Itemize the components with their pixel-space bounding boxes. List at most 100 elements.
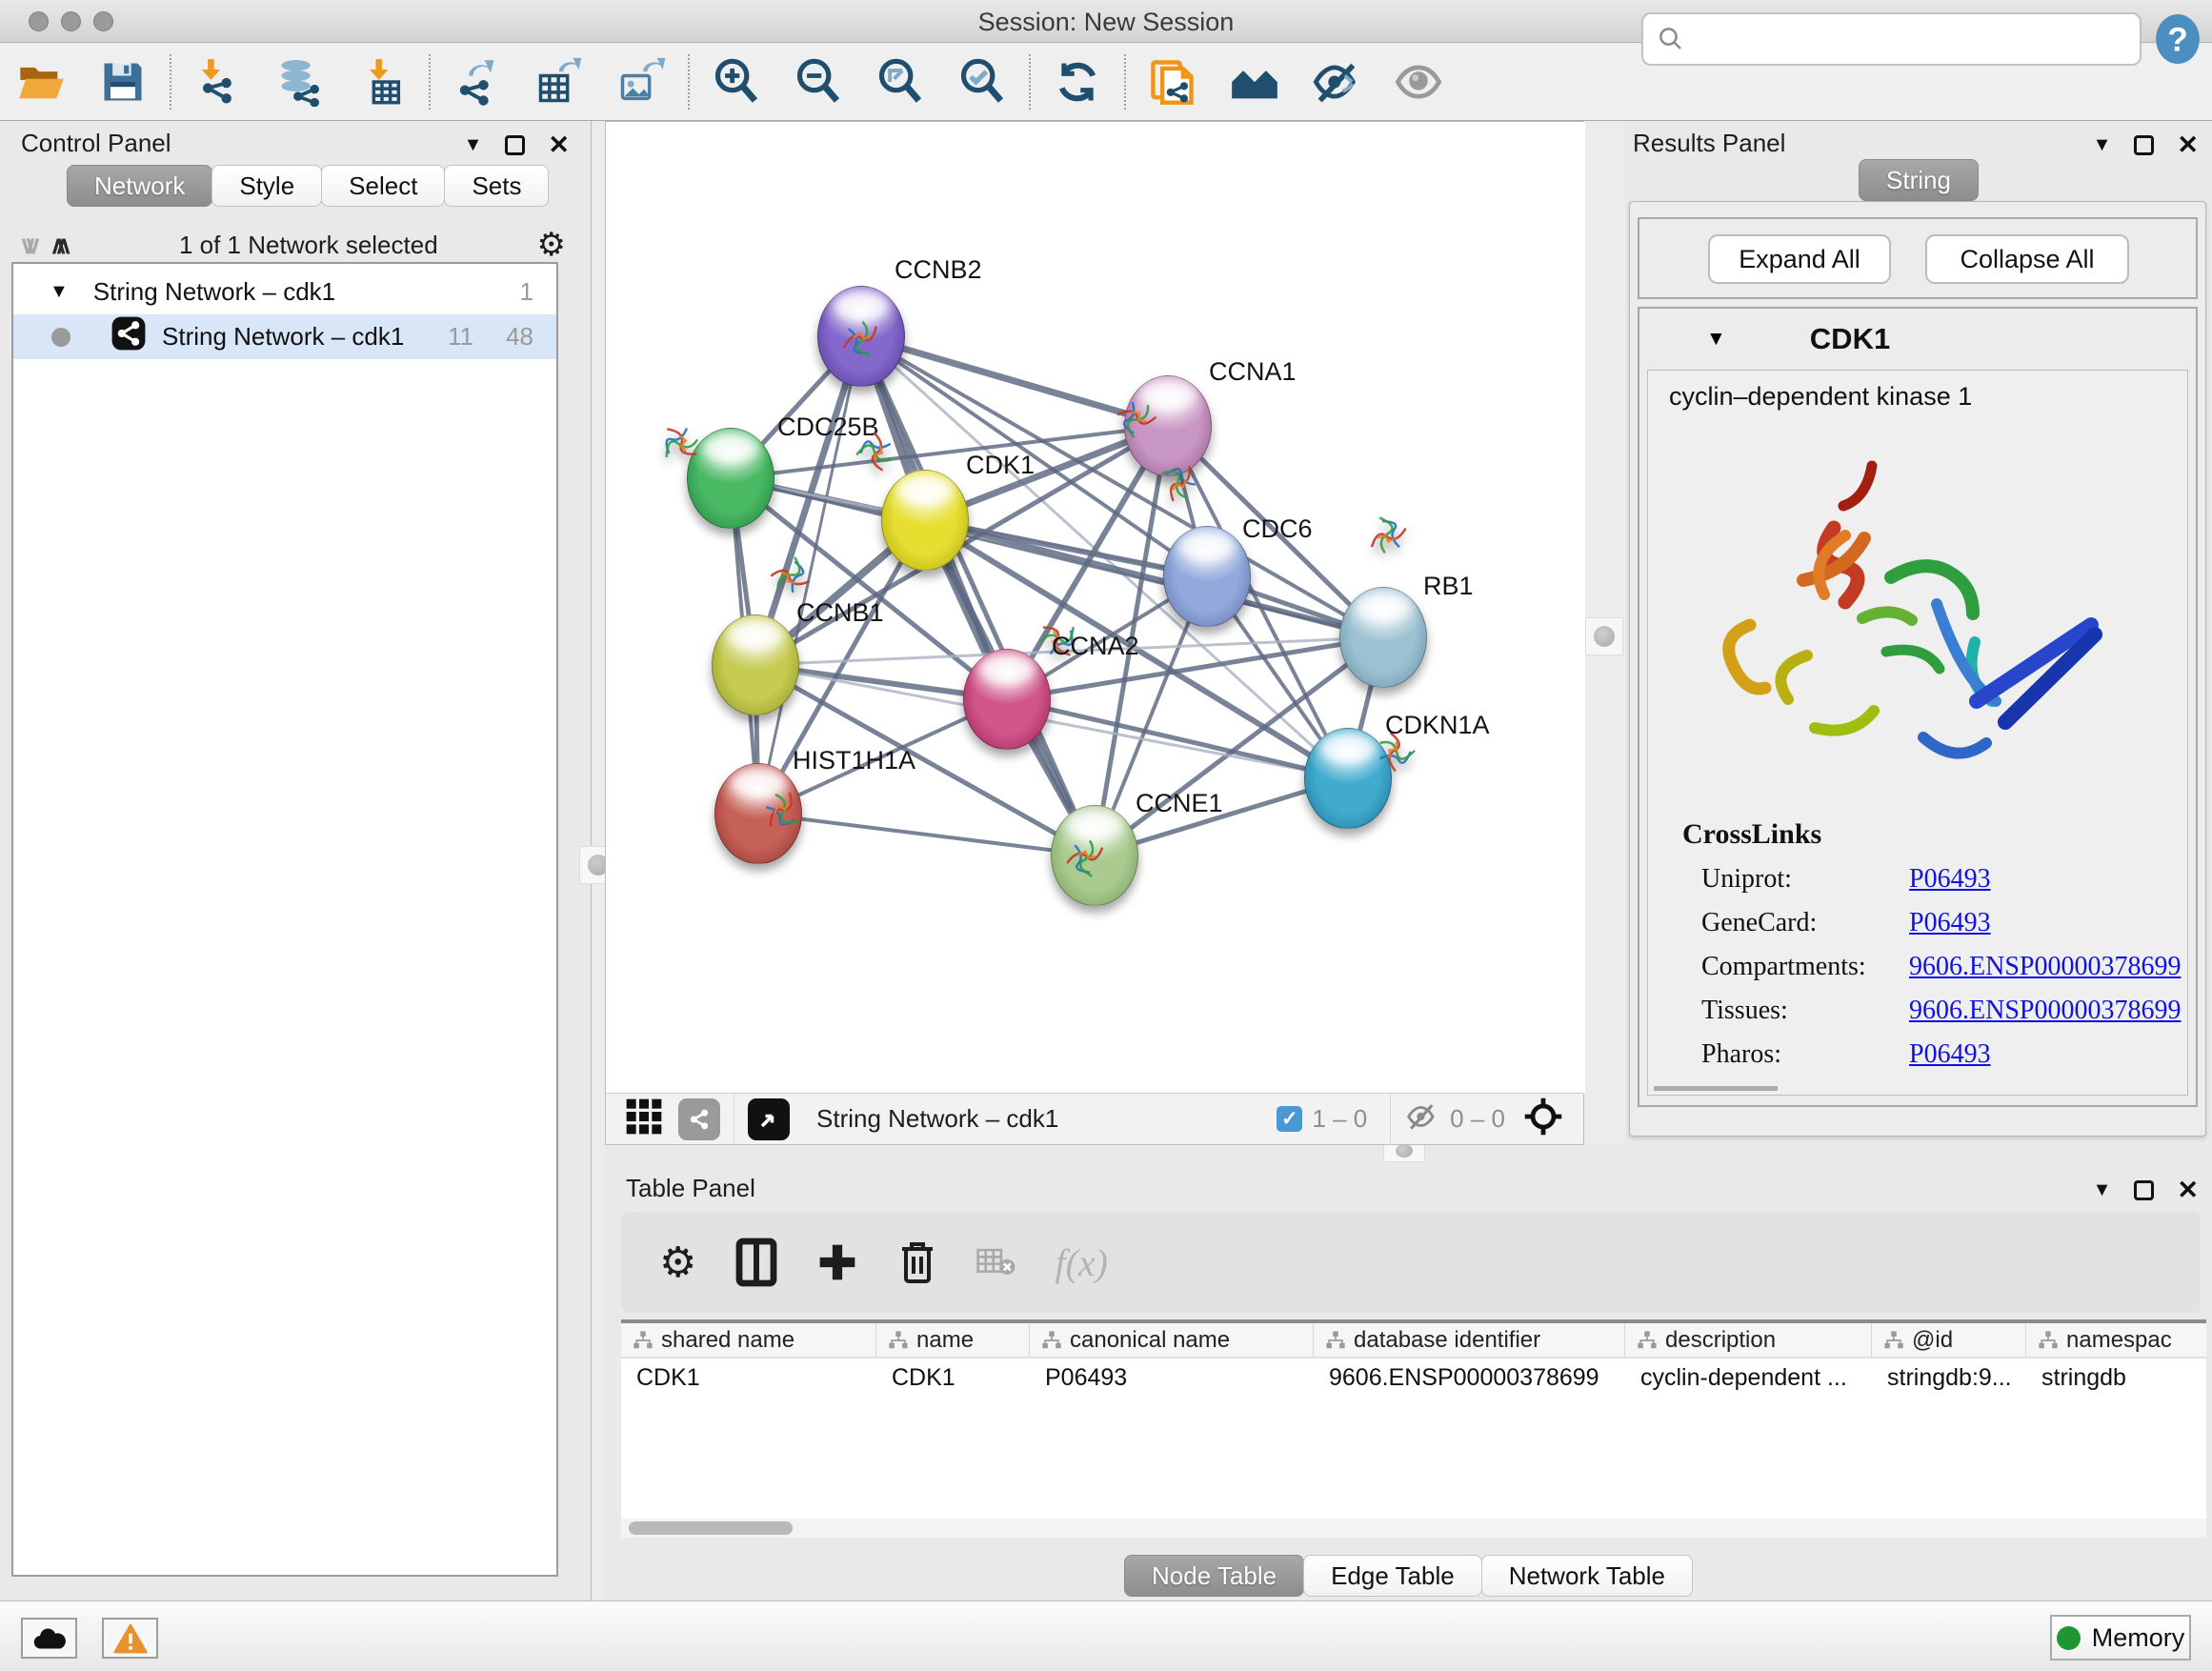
cloud-status-button[interactable] — [21, 1618, 77, 1659]
zoom-fit-icon[interactable] — [875, 57, 925, 107]
toolbar-separator — [1124, 54, 1126, 110]
zoom-out-icon[interactable] — [794, 57, 843, 107]
import-table-file-icon[interactable] — [357, 57, 407, 107]
results-panel-title: Results Panel — [1633, 129, 1785, 158]
panel-close-icon[interactable]: ✕ — [2177, 132, 2199, 158]
column-header-database-identifier[interactable]: database identifier — [1314, 1323, 1625, 1357]
search-input[interactable] — [1695, 25, 2114, 54]
panel-close-icon[interactable]: ✕ — [2177, 1178, 2199, 1203]
network-collection-row[interactable]: ▼ String Network – cdk1 1 — [13, 270, 556, 314]
network-node-CDK1[interactable] — [881, 470, 969, 571]
network-node-CDC25B[interactable] — [687, 428, 774, 529]
column-header-description[interactable]: description — [1625, 1323, 1872, 1357]
tab-node-table[interactable]: Node Table — [1124, 1555, 1304, 1597]
tab-sets[interactable]: Sets — [444, 165, 549, 207]
table-cell[interactable]: 9606.ENSP00000378699 — [1314, 1359, 1625, 1397]
first-neighbors-icon[interactable] — [1230, 57, 1279, 107]
selected-checkbox-icon[interactable]: ✓ — [1277, 1106, 1302, 1132]
birds-eye-view-icon[interactable] — [748, 1098, 790, 1140]
save-session-icon[interactable] — [98, 57, 148, 107]
node-selection-mode-icon[interactable] — [1522, 1096, 1564, 1142]
table-cell[interactable]: stringdb:9... — [1872, 1359, 2026, 1397]
warnings-button[interactable] — [102, 1618, 158, 1659]
search-icon — [1657, 25, 1685, 53]
import-network-database-icon[interactable] — [275, 57, 325, 107]
export-image-icon[interactable] — [616, 57, 666, 107]
table-cell[interactable]: cyclin-dependent ... — [1625, 1359, 1872, 1397]
panel-float-icon[interactable] — [2134, 135, 2154, 155]
network-edge[interactable] — [1007, 699, 1348, 778]
hidden-eye-icon[interactable] — [1404, 1098, 1440, 1139]
panel-menu-icon[interactable]: ▼ — [464, 134, 483, 156]
tab-edge-table[interactable]: Edge Table — [1303, 1555, 1482, 1597]
network-node-CDKN1A[interactable] — [1304, 728, 1392, 829]
expand-all-networks-icon[interactable]: ∨∨ — [19, 231, 29, 260]
crosslink-link[interactable]: P06493 — [1909, 1039, 1991, 1069]
network-node-RB1[interactable] — [1339, 587, 1427, 688]
grid-view-icon[interactable] — [625, 1097, 663, 1140]
new-network-from-selection-icon[interactable] — [1148, 57, 1197, 107]
show-columns-icon[interactable] — [734, 1238, 778, 1287]
collection-count: 1 — [520, 277, 533, 307]
crosslink-link[interactable]: 9606.ENSP00000378699 — [1909, 952, 2181, 981]
right-splitter-handle[interactable] — [1585, 617, 1623, 655]
column-header-@id[interactable]: @id — [1872, 1323, 2026, 1357]
table-options-gear-icon[interactable]: ⚙ — [659, 1238, 696, 1287]
export-network-icon[interactable] — [452, 57, 502, 107]
crosslink-link[interactable]: P06493 — [1909, 864, 1991, 894]
tab-network[interactable]: Network — [67, 165, 212, 207]
network-style-chip-icon[interactable] — [678, 1098, 720, 1140]
crosslink-link[interactable]: 9606.ENSP00000378699 — [1909, 996, 2181, 1025]
show-all-icon[interactable] — [1394, 57, 1443, 107]
column-header-name[interactable]: name — [876, 1323, 1030, 1357]
results-scrollbar[interactable] — [1654, 1086, 1778, 1091]
open-file-icon[interactable] — [16, 57, 66, 107]
network-node-CCNA2[interactable] — [963, 649, 1051, 750]
column-header-namespac[interactable]: namespac — [2026, 1323, 2206, 1357]
column-header-shared-name[interactable]: shared name — [621, 1323, 876, 1357]
hide-selected-icon[interactable] — [1312, 57, 1361, 107]
panel-float-icon[interactable] — [2134, 1180, 2154, 1200]
table-cell[interactable]: stringdb — [2026, 1359, 2206, 1397]
zoom-selected-icon[interactable] — [957, 57, 1007, 107]
network-node-HIST1H1A[interactable] — [714, 763, 802, 864]
panel-menu-icon[interactable]: ▼ — [2093, 134, 2112, 156]
tab-network-table[interactable]: Network Table — [1481, 1555, 1693, 1597]
zoom-in-icon[interactable] — [712, 57, 761, 107]
collapse-all-networks-icon[interactable]: ∧∧ — [50, 231, 59, 260]
panel-menu-icon[interactable]: ▼ — [2093, 1179, 2112, 1201]
network-node-CCNE1[interactable] — [1051, 805, 1138, 906]
panel-float-icon[interactable] — [505, 135, 525, 155]
help-button[interactable]: ? — [2153, 12, 2202, 66]
network-node-CCNB2[interactable] — [817, 286, 905, 387]
network-node-CCNB1[interactable] — [712, 614, 799, 715]
tab-string[interactable]: String — [1859, 159, 1979, 201]
memory-button[interactable]: Memory — [2050, 1615, 2191, 1661]
tab-style[interactable]: Style — [211, 165, 322, 207]
crosslink-link[interactable]: P06493 — [1909, 908, 1991, 937]
delete-column-trash-icon[interactable] — [896, 1239, 938, 1285]
network-canvas[interactable]: CCNB2CCNA1CDC25BCDK1CDC6RB1CCNB1CCNA2CDK… — [606, 122, 1585, 1094]
table-cell[interactable]: CDK1 — [876, 1359, 1030, 1397]
search-field[interactable] — [1641, 12, 2142, 66]
panel-close-icon[interactable]: ✕ — [548, 132, 570, 158]
network-options-gear-icon[interactable]: ⚙ — [537, 226, 566, 264]
gene-expander-icon[interactable]: ▼ — [1706, 328, 1726, 351]
add-column-icon[interactable] — [816, 1241, 858, 1283]
column-header-canonical-name[interactable]: canonical name — [1030, 1323, 1314, 1357]
table-cell[interactable]: CDK1 — [621, 1359, 876, 1397]
table-hscrollbar-thumb[interactable] — [629, 1521, 793, 1535]
collection-expander-icon[interactable]: ▼ — [50, 281, 69, 303]
network-node-CDC6[interactable] — [1163, 526, 1251, 627]
table-hscrollbar[interactable] — [621, 1519, 2206, 1538]
table-cell[interactable]: P06493 — [1030, 1359, 1314, 1397]
network-row[interactable]: String Network – cdk1 11 48 — [13, 314, 556, 359]
network-edge[interactable] — [861, 336, 1095, 856]
table-row[interactable]: CDK1CDK1P064939606.ENSP00000378699cyclin… — [621, 1359, 2206, 1397]
refresh-icon[interactable] — [1053, 57, 1102, 107]
import-network-file-icon[interactable] — [193, 57, 243, 107]
export-table-icon[interactable] — [534, 57, 584, 107]
tab-select[interactable]: Select — [321, 165, 445, 207]
collapse-all-button[interactable]: Collapse All — [1925, 234, 2129, 284]
expand-all-button[interactable]: Expand All — [1708, 234, 1891, 284]
